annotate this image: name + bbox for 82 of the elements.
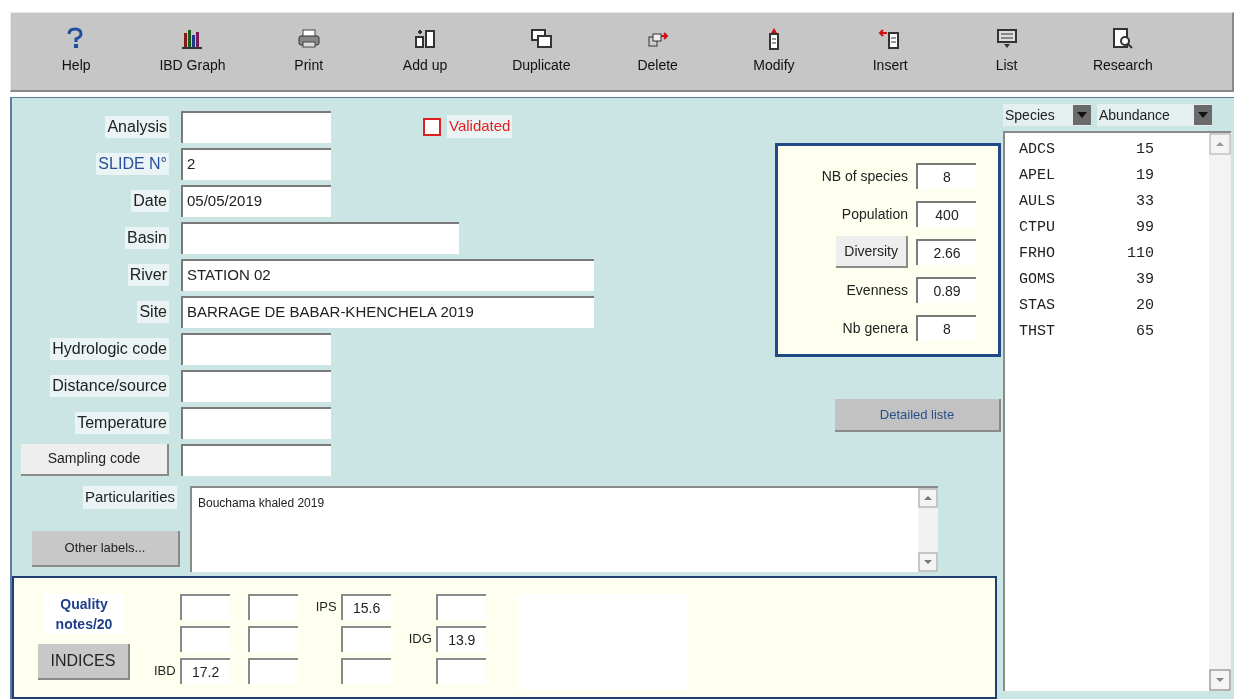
stat-value: 0.89 [916,277,976,303]
species-row[interactable]: CTPU 99 [1019,215,1209,241]
index-field[interactable]: 15.6 [340,594,391,620]
index-field[interactable] [340,626,391,652]
quality-notes-title: Quality notes/20 [44,594,124,634]
toolbar-button[interactable]: IBD Graph [134,13,251,90]
detailed-list-button[interactable]: Detailed liste [835,399,1001,432]
text-field[interactable]: 05/05/2019 [181,184,331,217]
text-field[interactable]: BARRAGE DE BABAR-KHENCHELA 2019 [181,295,594,328]
stat-value: 400 [916,201,976,227]
text-field[interactable] [181,443,331,476]
text-field[interactable]: STATION 02 [181,258,594,291]
validated-label: Validated [447,115,513,138]
bar-chart-icon [180,27,205,51]
index-label: IBD [154,662,176,681]
text-field[interactable] [181,406,331,439]
text-field[interactable] [181,110,331,143]
index-field[interactable] [247,658,298,684]
scroll-down-icon[interactable] [1209,669,1231,691]
field-label: Date [131,189,169,212]
field-label: Basin [124,226,169,249]
index-field[interactable] [435,658,486,684]
field-label: Hydrologic code [50,337,169,360]
field-label: Temperature [75,411,169,434]
species-row[interactable]: STAS 20 [1019,293,1209,319]
column-dropdown[interactable]: Abundance [1097,104,1212,126]
add-icon [413,27,438,51]
text-field[interactable] [181,332,331,365]
toolbar-button[interactable]: Research [1064,13,1181,90]
field-label: River [127,263,169,286]
column-dropdown[interactable]: Species [1003,104,1091,126]
index-field[interactable] [179,626,230,652]
other-labels-button[interactable]: Other labels... [32,530,180,567]
species-row[interactable]: FRHO 110 [1019,241,1209,267]
diversity-button[interactable]: Diversity [836,236,908,268]
particularities-label: Particularities [82,486,177,509]
stat-value: 8 [916,315,976,341]
index-label: IDG [408,630,432,649]
field-label: Distance/source [50,374,169,397]
toolbar-button[interactable]: Add up [366,13,484,90]
index-field[interactable] [340,658,391,684]
stat-label: Evenness [846,280,908,300]
stat-value: 8 [916,163,976,189]
particularities-field[interactable]: Bouchama khaled 2019 [190,486,938,572]
index-field[interactable] [247,594,298,620]
scroll-down-icon[interactable] [918,552,938,572]
field-label: Site [137,300,169,323]
stat-label: Population [841,204,908,224]
toolbar-button[interactable]: Duplicate [483,13,600,90]
stat-label: Nb genera [842,318,908,338]
stat-value: 2.66 [916,239,976,265]
text-field[interactable]: 2 [181,147,331,180]
species-row[interactable]: GOMS 39 [1019,267,1209,293]
species-row[interactable]: ADCS 15 [1019,137,1209,163]
text-field[interactable] [181,369,331,402]
index-field[interactable] [435,594,486,620]
index-field[interactable]: 17.2 [179,658,230,684]
field-label: Analysis [105,115,169,138]
species-row[interactable]: THST 65 [1019,319,1209,345]
index-label: IPS [315,598,337,617]
species-row[interactable]: AULS 33 [1019,189,1209,215]
toolbar-button[interactable]: List [948,13,1065,90]
index-field[interactable] [179,594,230,620]
scroll-up-icon[interactable] [1209,133,1231,155]
printer-icon [296,27,321,51]
toolbar-button[interactable]: Print [250,13,367,90]
text-field[interactable] [181,221,459,254]
species-row[interactable]: APEL 19 [1019,163,1209,189]
toolbar-button[interactable]: Modify [715,13,833,90]
field-label: SLIDE N° [96,152,169,175]
index-field[interactable]: 13.9 [435,626,486,652]
validated-checkbox[interactable] [423,117,441,136]
stat-label: NB of species [821,166,908,186]
toolbar-button[interactable]: Insert [832,13,949,90]
toolbar-button[interactable]: Delete [599,13,716,90]
toolbar-button[interactable]: Help [18,13,135,90]
indices-button[interactable]: INDICES [38,644,130,680]
sampling-code-button[interactable]: Sampling code [21,443,169,476]
index-field[interactable] [247,626,298,652]
duplicate-icon [529,27,554,51]
scroll-up-icon[interactable] [918,488,938,508]
magnifier-document-icon [1110,27,1135,51]
